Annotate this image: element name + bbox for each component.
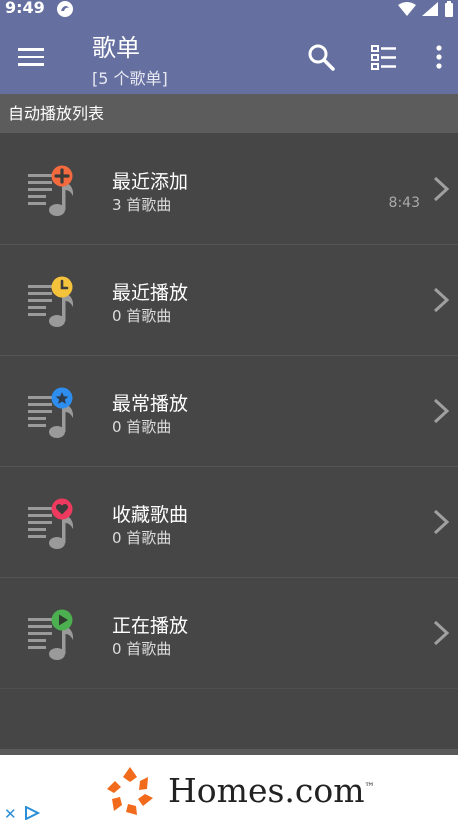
playlist-list: 最近添加 3 首歌曲 8:43 最近播放 0 首歌曲 最常播放 0 首歌曲 收藏… bbox=[0, 134, 458, 689]
more-options-button[interactable] bbox=[422, 40, 456, 74]
page-subtitle: [5 个歌单] bbox=[92, 69, 168, 88]
playlist-row[interactable]: 最近添加 3 首歌曲 8:43 bbox=[0, 134, 458, 245]
playlist-song-count: 0 首歌曲 bbox=[112, 418, 172, 436]
homes-logo-icon bbox=[107, 767, 153, 815]
wifi-icon bbox=[398, 2, 416, 16]
status-icons bbox=[398, 1, 454, 17]
chevron-right-icon bbox=[433, 398, 450, 424]
playlist-most-played-icon bbox=[28, 387, 74, 438]
menu-icon-line bbox=[18, 63, 44, 66]
ad-close-button[interactable]: ✕ bbox=[4, 805, 17, 820]
playlist-title: 最近添加 bbox=[112, 171, 189, 193]
menu-icon-line bbox=[18, 55, 44, 59]
ad-brand-text: Homes.com™ bbox=[168, 771, 375, 810]
list-view-icon bbox=[371, 45, 396, 70]
menu-icon-line bbox=[18, 48, 44, 51]
more-vert-icon bbox=[436, 45, 442, 69]
menu-button[interactable] bbox=[18, 42, 52, 72]
playlist-title: 最近播放 bbox=[112, 282, 189, 304]
playlist-row[interactable]: 正在播放 0 首歌曲 bbox=[0, 578, 458, 689]
chevron-right-icon bbox=[433, 176, 450, 202]
playlist-title: 收藏歌曲 bbox=[112, 504, 189, 526]
playlist-song-count: 0 首歌曲 bbox=[112, 640, 172, 658]
ad-banner[interactable]: Homes.com™ ✕ bbox=[0, 755, 458, 820]
app-bar: 歌单 [5 个歌单] bbox=[0, 18, 458, 94]
chevron-right-icon bbox=[433, 287, 450, 313]
notification-icon bbox=[57, 1, 73, 17]
signal-icon bbox=[422, 2, 438, 16]
status-bar: 9:49 bbox=[0, 0, 458, 18]
playlist-row[interactable]: 最常播放 0 首歌曲 bbox=[0, 356, 458, 467]
playlist-song-count: 0 首歌曲 bbox=[112, 307, 172, 325]
playlist-duration: 8:43 bbox=[388, 195, 420, 211]
search-button[interactable] bbox=[304, 40, 338, 74]
ad-choices-icon[interactable] bbox=[24, 806, 40, 820]
view-mode-button[interactable] bbox=[367, 40, 401, 74]
chevron-right-icon bbox=[433, 620, 450, 646]
page-title: 歌单 bbox=[92, 34, 140, 62]
playlist-recently-played-icon bbox=[28, 276, 74, 327]
chevron-right-icon bbox=[433, 509, 450, 535]
playlist-row[interactable]: 最近播放 0 首歌曲 bbox=[0, 245, 458, 356]
playlist-row[interactable]: 收藏歌曲 0 首歌曲 bbox=[0, 467, 458, 578]
playlist-song-count: 0 首歌曲 bbox=[112, 529, 172, 547]
section-header-auto-playlists: 自动播放列表 bbox=[0, 94, 458, 133]
playlist-favorites-icon bbox=[28, 498, 74, 549]
playlist-recently-added-icon bbox=[28, 165, 74, 216]
search-icon bbox=[308, 44, 335, 71]
playlist-song-count: 3 首歌曲 bbox=[112, 196, 172, 214]
status-time: 9:49 bbox=[5, 0, 45, 17]
playlist-title: 最常播放 bbox=[112, 393, 189, 415]
battery-icon bbox=[445, 1, 453, 17]
playlist-title: 正在播放 bbox=[112, 615, 189, 637]
playlist-now-playing-icon bbox=[28, 609, 74, 660]
